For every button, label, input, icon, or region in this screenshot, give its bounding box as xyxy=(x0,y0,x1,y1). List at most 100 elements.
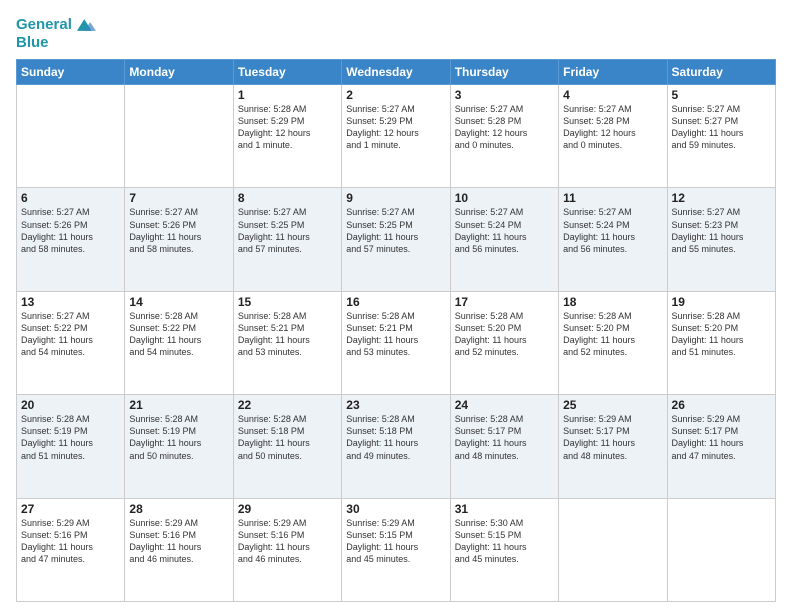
day-number: 28 xyxy=(129,502,228,516)
cell-info: Sunrise: 5:28 AM Sunset: 5:20 PM Dayligh… xyxy=(672,310,771,359)
day-number: 19 xyxy=(672,295,771,309)
cell-info: Sunrise: 5:27 AM Sunset: 5:24 PM Dayligh… xyxy=(563,206,662,255)
col-header-thursday: Thursday xyxy=(450,60,558,85)
calendar-cell: 19Sunrise: 5:28 AM Sunset: 5:20 PM Dayli… xyxy=(667,291,775,394)
calendar-cell xyxy=(667,498,775,601)
cell-info: Sunrise: 5:28 AM Sunset: 5:20 PM Dayligh… xyxy=(563,310,662,359)
calendar-cell: 16Sunrise: 5:28 AM Sunset: 5:21 PM Dayli… xyxy=(342,291,450,394)
day-number: 23 xyxy=(346,398,445,412)
cell-info: Sunrise: 5:27 AM Sunset: 5:25 PM Dayligh… xyxy=(346,206,445,255)
cell-info: Sunrise: 5:27 AM Sunset: 5:26 PM Dayligh… xyxy=(21,206,120,255)
col-header-tuesday: Tuesday xyxy=(233,60,341,85)
cell-info: Sunrise: 5:29 AM Sunset: 5:17 PM Dayligh… xyxy=(672,413,771,462)
calendar-cell: 2Sunrise: 5:27 AM Sunset: 5:29 PM Daylig… xyxy=(342,85,450,188)
day-number: 24 xyxy=(455,398,554,412)
page: General Blue SundayMondayTuesdayWednesda… xyxy=(0,0,792,612)
calendar-cell: 31Sunrise: 5:30 AM Sunset: 5:15 PM Dayli… xyxy=(450,498,558,601)
cell-info: Sunrise: 5:29 AM Sunset: 5:16 PM Dayligh… xyxy=(129,517,228,566)
calendar-cell: 30Sunrise: 5:29 AM Sunset: 5:15 PM Dayli… xyxy=(342,498,450,601)
calendar-cell: 14Sunrise: 5:28 AM Sunset: 5:22 PM Dayli… xyxy=(125,291,233,394)
cell-info: Sunrise: 5:28 AM Sunset: 5:22 PM Dayligh… xyxy=(129,310,228,359)
calendar-cell: 4Sunrise: 5:27 AM Sunset: 5:28 PM Daylig… xyxy=(559,85,667,188)
calendar-cell: 6Sunrise: 5:27 AM Sunset: 5:26 PM Daylig… xyxy=(17,188,125,291)
day-number: 20 xyxy=(21,398,120,412)
calendar-cell: 9Sunrise: 5:27 AM Sunset: 5:25 PM Daylig… xyxy=(342,188,450,291)
day-number: 1 xyxy=(238,88,337,102)
calendar-cell xyxy=(125,85,233,188)
calendar-cell: 24Sunrise: 5:28 AM Sunset: 5:17 PM Dayli… xyxy=(450,395,558,498)
day-number: 6 xyxy=(21,191,120,205)
calendar-cell: 25Sunrise: 5:29 AM Sunset: 5:17 PM Dayli… xyxy=(559,395,667,498)
day-number: 15 xyxy=(238,295,337,309)
day-number: 11 xyxy=(563,191,662,205)
day-number: 7 xyxy=(129,191,228,205)
cell-info: Sunrise: 5:27 AM Sunset: 5:28 PM Dayligh… xyxy=(563,103,662,152)
calendar-week-3: 13Sunrise: 5:27 AM Sunset: 5:22 PM Dayli… xyxy=(17,291,776,394)
cell-info: Sunrise: 5:28 AM Sunset: 5:21 PM Dayligh… xyxy=(238,310,337,359)
calendar-cell xyxy=(17,85,125,188)
day-number: 5 xyxy=(672,88,771,102)
logo-icon xyxy=(74,14,96,36)
cell-info: Sunrise: 5:27 AM Sunset: 5:22 PM Dayligh… xyxy=(21,310,120,359)
calendar-week-1: 1Sunrise: 5:28 AM Sunset: 5:29 PM Daylig… xyxy=(17,85,776,188)
col-header-wednesday: Wednesday xyxy=(342,60,450,85)
cell-info: Sunrise: 5:27 AM Sunset: 5:23 PM Dayligh… xyxy=(672,206,771,255)
logo-text: General xyxy=(16,16,72,34)
day-number: 12 xyxy=(672,191,771,205)
calendar-cell: 18Sunrise: 5:28 AM Sunset: 5:20 PM Dayli… xyxy=(559,291,667,394)
calendar-cell: 15Sunrise: 5:28 AM Sunset: 5:21 PM Dayli… xyxy=(233,291,341,394)
cell-info: Sunrise: 5:30 AM Sunset: 5:15 PM Dayligh… xyxy=(455,517,554,566)
cell-info: Sunrise: 5:27 AM Sunset: 5:26 PM Dayligh… xyxy=(129,206,228,255)
calendar-cell xyxy=(559,498,667,601)
day-number: 31 xyxy=(455,502,554,516)
calendar-cell: 17Sunrise: 5:28 AM Sunset: 5:20 PM Dayli… xyxy=(450,291,558,394)
calendar-cell: 7Sunrise: 5:27 AM Sunset: 5:26 PM Daylig… xyxy=(125,188,233,291)
calendar-cell: 28Sunrise: 5:29 AM Sunset: 5:16 PM Dayli… xyxy=(125,498,233,601)
calendar-week-5: 27Sunrise: 5:29 AM Sunset: 5:16 PM Dayli… xyxy=(17,498,776,601)
cell-info: Sunrise: 5:28 AM Sunset: 5:21 PM Dayligh… xyxy=(346,310,445,359)
day-number: 8 xyxy=(238,191,337,205)
calendar-cell: 12Sunrise: 5:27 AM Sunset: 5:23 PM Dayli… xyxy=(667,188,775,291)
day-number: 26 xyxy=(672,398,771,412)
cell-info: Sunrise: 5:27 AM Sunset: 5:29 PM Dayligh… xyxy=(346,103,445,152)
day-number: 14 xyxy=(129,295,228,309)
cell-info: Sunrise: 5:27 AM Sunset: 5:24 PM Dayligh… xyxy=(455,206,554,255)
col-header-saturday: Saturday xyxy=(667,60,775,85)
calendar-cell: 29Sunrise: 5:29 AM Sunset: 5:16 PM Dayli… xyxy=(233,498,341,601)
logo: General Blue xyxy=(16,14,96,51)
calendar-cell: 3Sunrise: 5:27 AM Sunset: 5:28 PM Daylig… xyxy=(450,85,558,188)
cell-info: Sunrise: 5:29 AM Sunset: 5:16 PM Dayligh… xyxy=(21,517,120,566)
calendar-cell: 1Sunrise: 5:28 AM Sunset: 5:29 PM Daylig… xyxy=(233,85,341,188)
calendar-cell: 5Sunrise: 5:27 AM Sunset: 5:27 PM Daylig… xyxy=(667,85,775,188)
calendar-cell: 22Sunrise: 5:28 AM Sunset: 5:18 PM Dayli… xyxy=(233,395,341,498)
col-header-monday: Monday xyxy=(125,60,233,85)
calendar-cell: 26Sunrise: 5:29 AM Sunset: 5:17 PM Dayli… xyxy=(667,395,775,498)
cell-info: Sunrise: 5:27 AM Sunset: 5:25 PM Dayligh… xyxy=(238,206,337,255)
day-number: 18 xyxy=(563,295,662,309)
calendar-cell: 20Sunrise: 5:28 AM Sunset: 5:19 PM Dayli… xyxy=(17,395,125,498)
calendar-table: SundayMondayTuesdayWednesdayThursdayFrid… xyxy=(16,59,776,602)
calendar-cell: 21Sunrise: 5:28 AM Sunset: 5:19 PM Dayli… xyxy=(125,395,233,498)
calendar-cell: 11Sunrise: 5:27 AM Sunset: 5:24 PM Dayli… xyxy=(559,188,667,291)
day-number: 4 xyxy=(563,88,662,102)
col-header-sunday: Sunday xyxy=(17,60,125,85)
day-number: 13 xyxy=(21,295,120,309)
day-number: 25 xyxy=(563,398,662,412)
day-number: 27 xyxy=(21,502,120,516)
cell-info: Sunrise: 5:29 AM Sunset: 5:16 PM Dayligh… xyxy=(238,517,337,566)
cell-info: Sunrise: 5:27 AM Sunset: 5:28 PM Dayligh… xyxy=(455,103,554,152)
calendar-cell: 13Sunrise: 5:27 AM Sunset: 5:22 PM Dayli… xyxy=(17,291,125,394)
day-number: 30 xyxy=(346,502,445,516)
day-number: 3 xyxy=(455,88,554,102)
day-number: 29 xyxy=(238,502,337,516)
calendar-cell: 27Sunrise: 5:29 AM Sunset: 5:16 PM Dayli… xyxy=(17,498,125,601)
cell-info: Sunrise: 5:29 AM Sunset: 5:15 PM Dayligh… xyxy=(346,517,445,566)
cell-info: Sunrise: 5:28 AM Sunset: 5:20 PM Dayligh… xyxy=(455,310,554,359)
cell-info: Sunrise: 5:28 AM Sunset: 5:17 PM Dayligh… xyxy=(455,413,554,462)
header: General Blue xyxy=(16,14,776,51)
day-number: 16 xyxy=(346,295,445,309)
calendar-header-row: SundayMondayTuesdayWednesdayThursdayFrid… xyxy=(17,60,776,85)
day-number: 10 xyxy=(455,191,554,205)
cell-info: Sunrise: 5:28 AM Sunset: 5:18 PM Dayligh… xyxy=(346,413,445,462)
calendar-cell: 10Sunrise: 5:27 AM Sunset: 5:24 PM Dayli… xyxy=(450,188,558,291)
